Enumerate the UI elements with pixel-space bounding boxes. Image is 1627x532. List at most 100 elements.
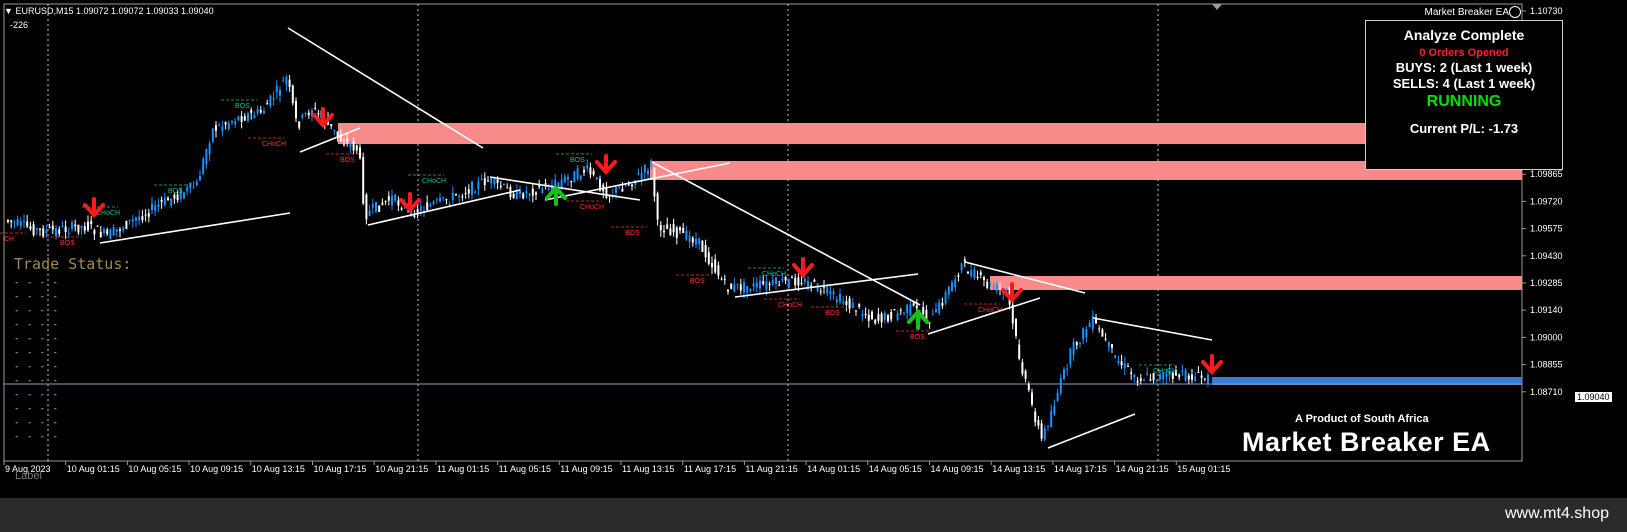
candle-body (243, 116, 246, 121)
candle-body (167, 198, 169, 201)
status-line: - - - - (14, 432, 59, 442)
candle-body (128, 219, 131, 221)
candle-body (435, 199, 438, 201)
sell-arrow-icon (399, 192, 421, 213)
candle-body (183, 192, 185, 199)
candle-body (755, 282, 758, 288)
structure-label: BOS (690, 278, 705, 285)
chart-label: Label (15, 470, 42, 482)
candle-body (1114, 355, 1117, 358)
structure-label: BOS (60, 240, 75, 247)
candle-body (205, 149, 208, 165)
plot-frame (3, 3, 1523, 462)
candle-body (1050, 411, 1053, 427)
candle-body (483, 178, 486, 186)
time-tick-label: 11 Aug 09:15 (560, 464, 612, 474)
candle-body (922, 307, 925, 315)
candle-body (413, 215, 416, 217)
status-line: - - - - (14, 320, 59, 330)
candle-body (1155, 379, 1158, 381)
candle-body (442, 197, 445, 199)
candle-body (547, 188, 550, 191)
candle-body (787, 279, 790, 288)
candle-body (307, 112, 310, 116)
candle-body (1072, 341, 1075, 356)
candle-body (704, 245, 707, 258)
candle-body (525, 191, 528, 194)
candle-body (141, 216, 144, 221)
candle-body (941, 302, 944, 306)
candle-body (861, 313, 864, 317)
candle-body (1082, 328, 1085, 340)
candle-body (19, 221, 22, 227)
candle-body (589, 167, 592, 175)
candle-body (765, 281, 768, 291)
candle-body (570, 180, 573, 182)
candle-body (800, 282, 803, 284)
candle-body (986, 281, 989, 288)
candle-body (227, 123, 230, 129)
candle-body (202, 158, 205, 174)
candle-body (381, 202, 384, 205)
candle-body (567, 176, 569, 180)
candle-body (266, 103, 269, 105)
candle-body (1203, 378, 1206, 380)
candle-body (317, 113, 320, 115)
candle-body (983, 277, 985, 281)
candle-body (915, 305, 918, 309)
smiley-icon[interactable] (1509, 6, 1521, 18)
candle-body (157, 204, 160, 207)
candle-body (1101, 329, 1104, 337)
candle-body (672, 224, 675, 233)
candle-body (51, 225, 54, 230)
candle-body (675, 227, 678, 239)
candle-body (368, 210, 371, 216)
candle-body (192, 187, 195, 189)
candle-body (400, 208, 403, 210)
status-line: - - - - (14, 418, 59, 428)
candle-body (279, 90, 281, 96)
candle-body (1143, 380, 1145, 382)
price-tick-label: 1.09430 (1530, 251, 1563, 261)
candle-body (851, 302, 854, 308)
structure-label: CHoCH (778, 302, 802, 309)
header-dropdown-icon[interactable]: ▼ (4, 6, 13, 16)
candle-body (397, 200, 400, 206)
candle-body (931, 314, 934, 316)
candle-body (1120, 361, 1123, 366)
candle-body (365, 194, 368, 220)
candle-body (499, 186, 502, 188)
candle-body (762, 281, 765, 284)
candle-body (579, 175, 582, 180)
chart-window[interactable]: 1.107301.105851.104401.102951.101501.100… (0, 0, 1627, 498)
price-tick-label: 1.09720 (1530, 196, 1563, 206)
candle-body (707, 252, 710, 264)
candle-body (826, 287, 829, 294)
candle-body (464, 193, 467, 195)
candle-body (768, 283, 771, 286)
candle-body (387, 196, 390, 201)
candle-body (29, 226, 32, 229)
candle-body (698, 238, 701, 244)
time-tick-label: 11 Aug 01:15 (437, 464, 489, 474)
candle-body (291, 85, 294, 104)
candle-body (1136, 380, 1139, 383)
candle-body (240, 116, 243, 122)
orders-opened: 0 Orders Opened (1419, 47, 1509, 59)
candle-body (720, 279, 723, 281)
candle-body (355, 145, 358, 151)
candle-body (528, 193, 531, 196)
candle-body (416, 209, 419, 213)
ea-status: RUNNING (1426, 93, 1502, 110)
candle-body (839, 293, 841, 302)
candle-body (954, 279, 957, 287)
structure-label: CHoCH (422, 178, 446, 185)
brand-title: Market Breaker EA (1242, 427, 1491, 457)
candle-body (586, 165, 589, 169)
candle-body (1021, 362, 1024, 374)
candle-body (819, 291, 822, 293)
candle-body (1200, 375, 1203, 378)
candle-body (23, 220, 25, 222)
candle-body (1085, 329, 1088, 337)
candle-body (445, 199, 448, 201)
